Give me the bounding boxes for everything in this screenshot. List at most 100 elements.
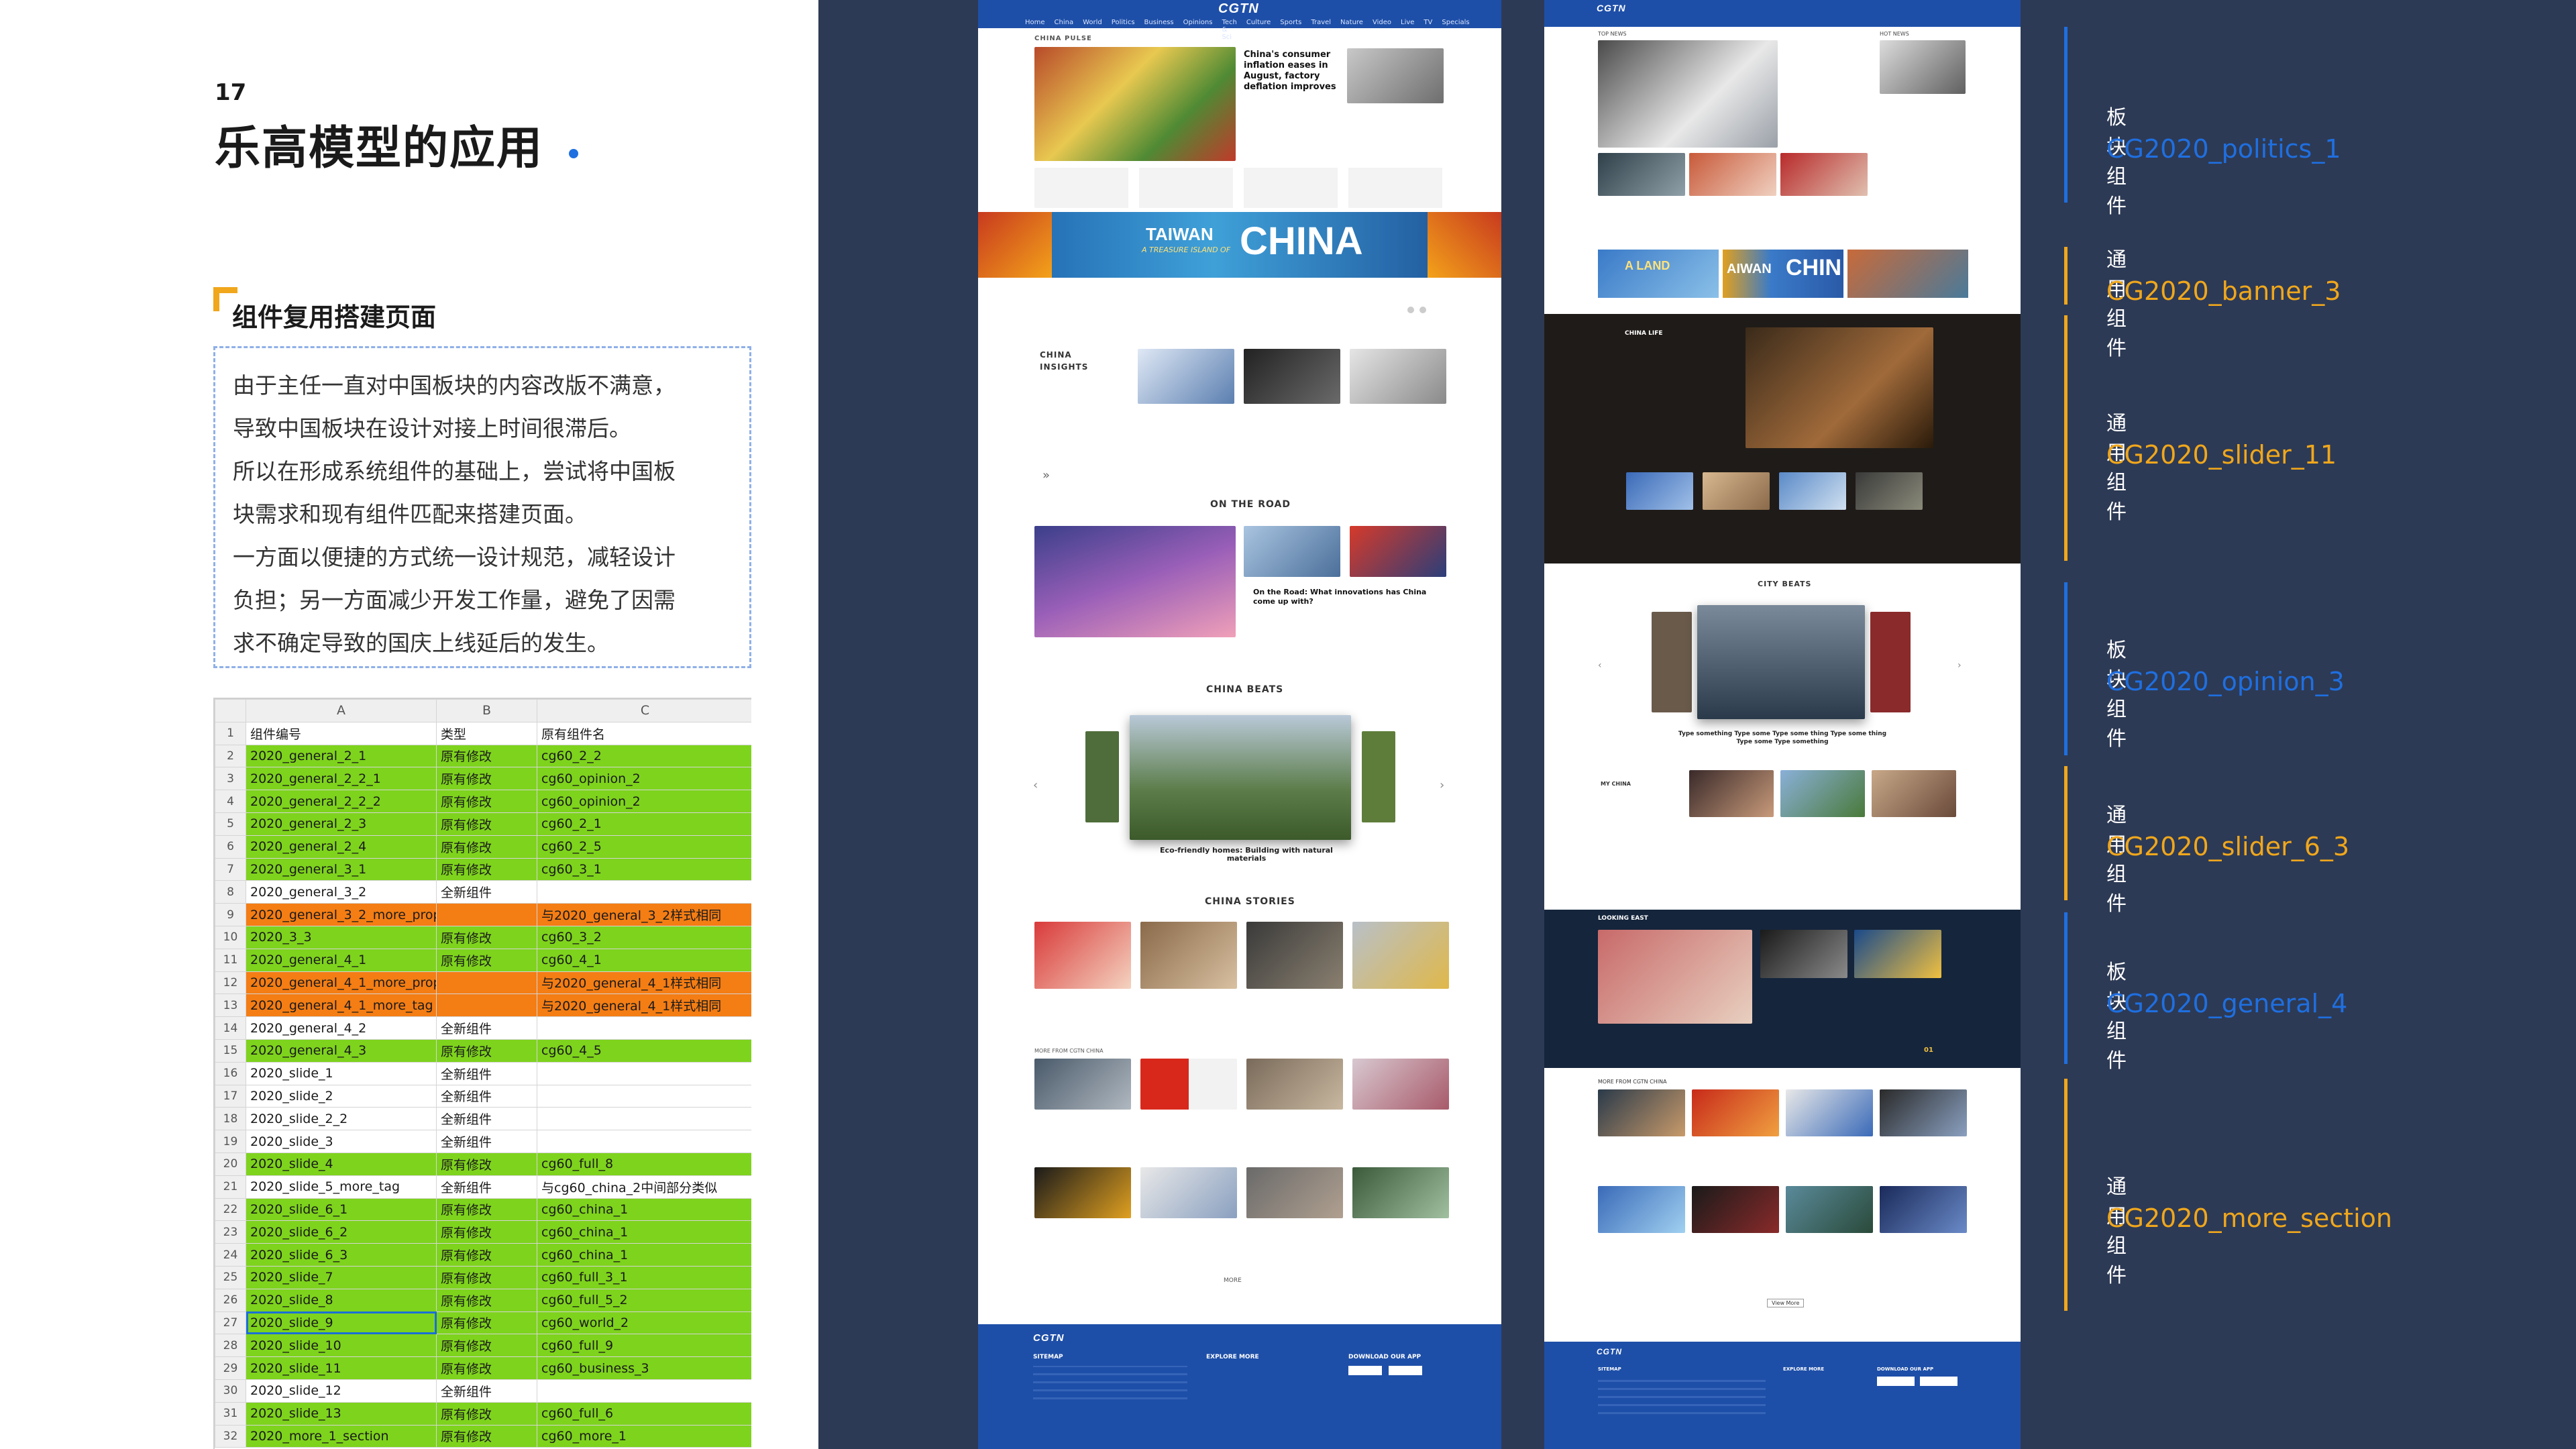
table-row[interactable]: 15 2020_general_4_3 原有修改 cg60_4_5 (215, 1038, 751, 1063)
more-thumb-4[interactable] (1352, 1059, 1449, 1110)
vegetables-image[interactable] (1034, 47, 1236, 161)
chevron-right-icon[interactable]: » (1042, 468, 1050, 482)
top-news-thumb-2[interactable] (1689, 153, 1776, 196)
cell-component-id[interactable]: 2020_slide_6_2 (246, 1220, 437, 1244)
road-main-image[interactable] (1034, 526, 1236, 637)
table-row[interactable]: 26 2020_slide_8 原有修改 cg60_full_5_2 (215, 1288, 751, 1312)
table-row[interactable]: 10 2020_3_3 原有修改 cg60_3_2 (215, 925, 751, 949)
cell-type[interactable]: 全新组件 (436, 1016, 537, 1040)
insight-thumb-2[interactable] (1244, 349, 1340, 404)
more-thumb-7[interactable] (1246, 1167, 1343, 1218)
row-number[interactable]: 1 (215, 721, 246, 745)
more-thumb-3[interactable] (1246, 1059, 1343, 1110)
google-play-button[interactable] (1389, 1366, 1422, 1375)
nav-item[interactable]: Live (1401, 19, 1414, 41)
view-more-button[interactable]: View More (1767, 1299, 1805, 1307)
table-row[interactable]: 31 2020_slide_13 原有修改 cg60_full_6 (215, 1401, 751, 1426)
cell-original-name[interactable]: cg60_more_1 (537, 1424, 751, 1448)
p2-app-store-button[interactable] (1877, 1377, 1915, 1386)
nav-item[interactable]: Culture (1246, 19, 1271, 41)
table-row[interactable]: 11 2020_general_4_1 原有修改 cg60_4_1 (215, 948, 751, 972)
cell-original-name[interactable]: 与cg60_china_2中间部分类似 (537, 1175, 751, 1199)
cell-original-name[interactable]: cg60_full_8 (537, 1152, 751, 1176)
top-news-thumb-1[interactable] (1598, 153, 1685, 196)
beats-side-right[interactable] (1362, 731, 1395, 822)
table-row[interactable]: 18 2020_slide_2_2 全新组件 (215, 1107, 751, 1131)
cell-type[interactable]: 原有修改 (436, 1401, 537, 1426)
cell-type[interactable]: 全新组件 (436, 1130, 537, 1153)
cell-type[interactable]: 原有修改 (436, 1265, 537, 1289)
pager-dots[interactable] (1407, 303, 1432, 316)
cell-original-name[interactable]: cg60_opinion_2 (537, 767, 751, 791)
cell-type[interactable] (436, 903, 537, 926)
cell-original-name[interactable]: cg60_world_2 (537, 1311, 751, 1335)
table-row[interactable]: 13 2020_general_4_1_more_tag 与2020_general… (215, 994, 751, 1018)
column-header-a[interactable]: A (246, 699, 437, 722)
top-news-thumb-3[interactable] (1780, 153, 1868, 196)
cell-original-name[interactable]: cg60_china_1 (537, 1220, 751, 1244)
table-row[interactable]: 29 2020_slide_11 原有修改 cg60_business_3 (215, 1356, 751, 1380)
cell-type[interactable]: 类型 (436, 721, 537, 745)
p2-more-thumb-7[interactable] (1786, 1186, 1873, 1233)
cell-original-name[interactable]: cg60_4_5 (537, 1038, 751, 1063)
row-number[interactable]: 20 (215, 1152, 246, 1176)
cell-type[interactable]: 原有修改 (436, 1038, 537, 1063)
table-row[interactable]: 22 2020_slide_6_1 原有修改 cg60_china_1 (215, 1197, 751, 1222)
more-thumb-1[interactable] (1034, 1059, 1131, 1110)
nav-item[interactable]: Opinions (1183, 19, 1213, 41)
table-row[interactable]: 28 2020_slide_10 原有修改 cg60_full_9 (215, 1334, 751, 1358)
nav-item[interactable]: Travel (1311, 19, 1331, 41)
city-main-image[interactable] (1697, 605, 1865, 719)
cell-type[interactable]: 原有修改 (436, 767, 537, 791)
cell-type[interactable]: 原有修改 (436, 744, 537, 768)
cell-original-name[interactable] (537, 1107, 751, 1131)
story-thumb-3[interactable] (1246, 922, 1343, 989)
nav-item[interactable]: Politics (1112, 19, 1135, 41)
row-number[interactable]: 22 (215, 1197, 246, 1222)
row-number[interactable]: 26 (215, 1288, 246, 1312)
cell-component-id[interactable]: 2020_general_2_3 (246, 812, 437, 836)
table-row[interactable]: 27 2020_slide_9 原有修改 cg60_world_2 (215, 1311, 751, 1335)
cell-component-id[interactable]: 2020_slide_11 (246, 1356, 437, 1380)
road-thumb-1[interactable] (1244, 526, 1340, 577)
arrow-left-icon[interactable]: ‹ (1033, 778, 1038, 792)
taiwan-banner[interactable]: TAIWAN A TREASURE ISLAND OF CHINA (978, 212, 1501, 278)
top-news-image[interactable] (1598, 40, 1778, 148)
table-row[interactable]: 21 2020_slide_5_more_tag 全新组件 与cg60_china_2… (215, 1175, 751, 1199)
cell-type[interactable]: 原有修改 (436, 1424, 537, 1448)
row-number[interactable]: 2 (215, 744, 246, 768)
p2-more-thumb-3[interactable] (1786, 1089, 1873, 1136)
row-number[interactable]: 23 (215, 1220, 246, 1244)
cell-original-name[interactable] (537, 1130, 751, 1153)
p2-google-play-button[interactable] (1920, 1377, 1957, 1386)
nav-item[interactable]: TV (1424, 19, 1432, 41)
table-row[interactable]: 32 2020_more_1_section 原有修改 cg60_more_1 (215, 1424, 751, 1448)
cell-component-id[interactable]: 2020_general_2_4 (246, 835, 437, 859)
story-thumb-2[interactable] (1140, 922, 1237, 989)
table-row[interactable]: 19 2020_slide_3 全新组件 (215, 1130, 751, 1153)
story-thumb-4[interactable] (1352, 922, 1449, 989)
cell-original-name[interactable]: cg60_3_2 (537, 925, 751, 949)
row-number[interactable]: 31 (215, 1401, 246, 1426)
p2-more-thumb-5[interactable] (1598, 1186, 1685, 1233)
p2-more-thumb-8[interactable] (1880, 1186, 1967, 1233)
row-number[interactable]: 7 (215, 857, 246, 881)
city-side-right[interactable] (1870, 612, 1911, 712)
hot-news-thumb[interactable] (1880, 40, 1966, 94)
life-thumb-1[interactable] (1626, 472, 1693, 510)
cell-component-id[interactable]: 2020_slide_5_more_tag (246, 1175, 437, 1199)
row-number[interactable]: 11 (215, 948, 246, 972)
cell-component-id[interactable]: 2020_slide_12 (246, 1379, 437, 1403)
looking-east-thumb-2[interactable] (1854, 930, 1941, 978)
page1-logo[interactable]: CGTN (1218, 1, 1259, 17)
cell-component-id[interactable]: 2020_general_3_1 (246, 857, 437, 881)
table-row[interactable]: 14 2020_general_4_2 全新组件 (215, 1016, 751, 1040)
column-header-b[interactable]: B (436, 699, 537, 722)
cell-type[interactable]: 原有修改 (436, 1356, 537, 1380)
p2-more-thumb-4[interactable] (1880, 1089, 1967, 1136)
my-china-thumb-2[interactable] (1780, 770, 1865, 817)
cell-component-id[interactable]: 组件编号 (246, 721, 437, 745)
cell-component-id[interactable]: 2020_slide_6_1 (246, 1197, 437, 1222)
cell-original-name[interactable] (537, 1379, 751, 1403)
cell-type[interactable]: 全新组件 (436, 1061, 537, 1085)
